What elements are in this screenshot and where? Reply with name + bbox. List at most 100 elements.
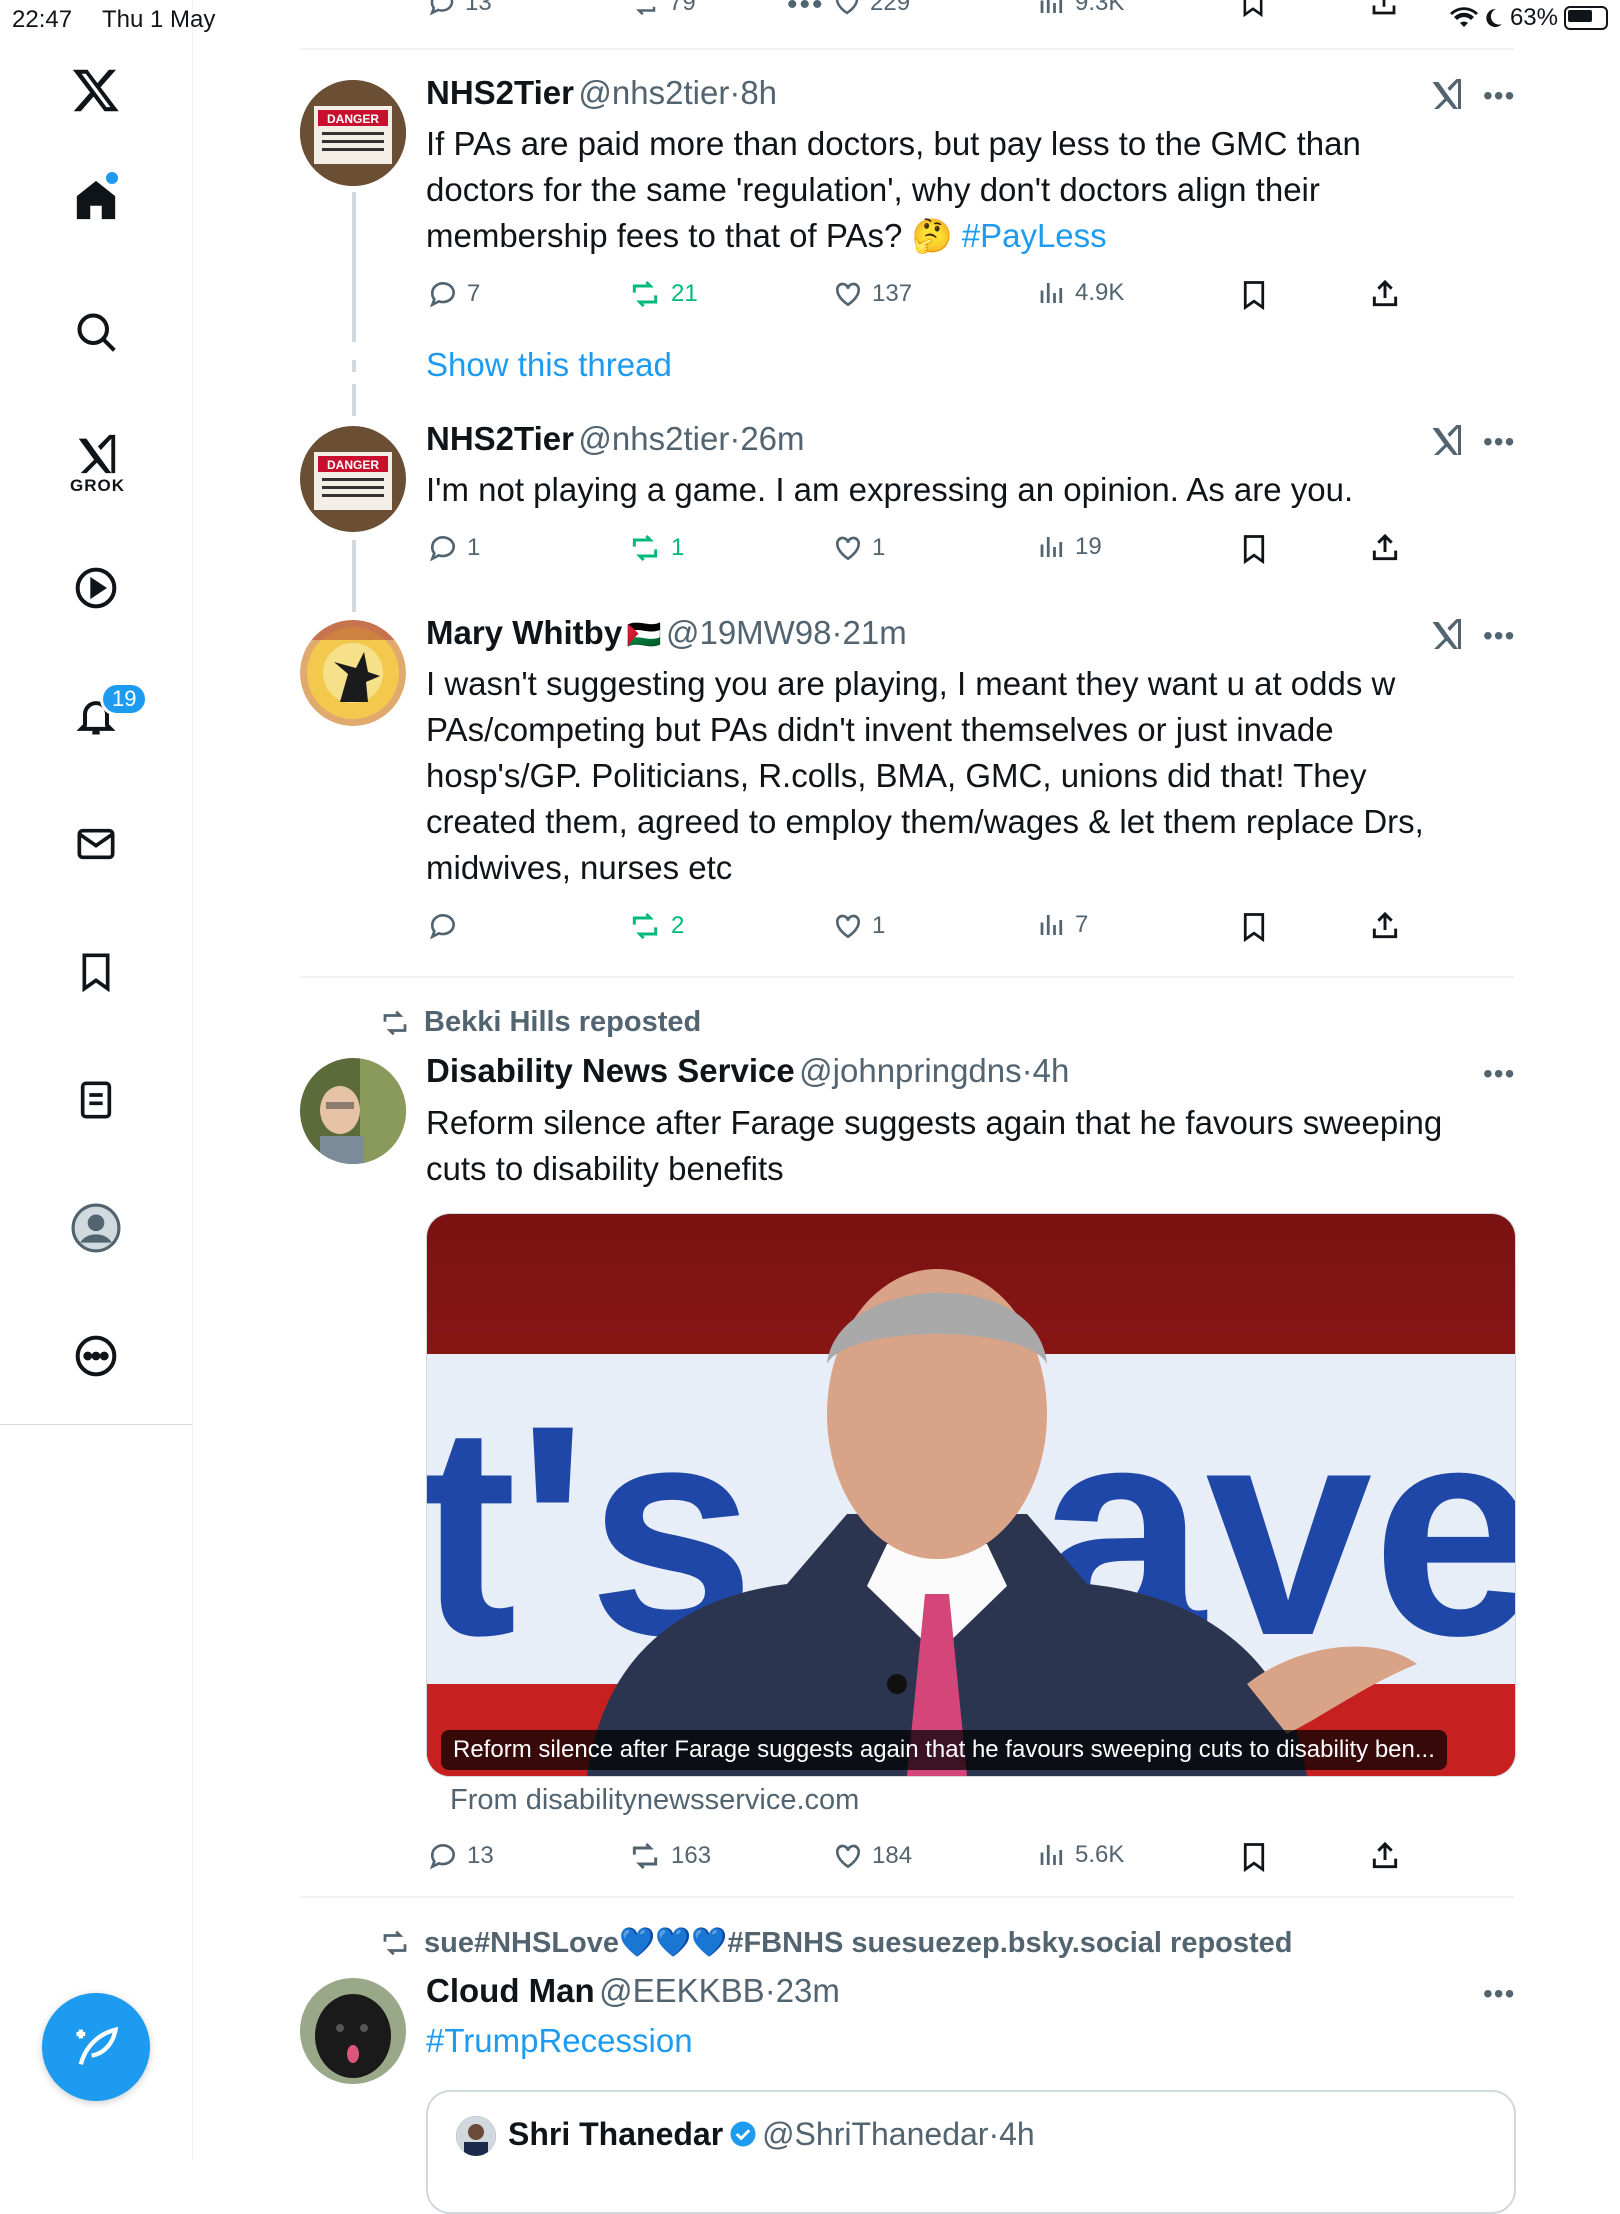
more-options-icon[interactable]: •••: [1483, 426, 1515, 458]
reply-icon: [429, 1844, 455, 1870]
repost-count: 2: [671, 912, 685, 939]
like-count: 1: [872, 534, 886, 561]
bookmark-button[interactable]: [1239, 278, 1269, 312]
play-icon[interactable]: [70, 562, 122, 614]
views-button[interactable]: 7: [1037, 910, 1088, 940]
list-icon[interactable]: [70, 1074, 122, 1126]
views-button[interactable]: 4.9K: [1037, 278, 1124, 308]
bookmark-button[interactable]: [1239, 1840, 1269, 1874]
grok-explain-button[interactable]: [1428, 76, 1464, 117]
tweet-time[interactable]: 26m: [740, 420, 804, 457]
quoted-tweet[interactable]: Shri Thanedar @ShriThanedar·4h: [426, 2090, 1516, 2214]
tweet-time[interactable]: 23m: [776, 1972, 840, 2009]
separator: ·: [729, 74, 741, 111]
grok-explain-button[interactable]: [1428, 616, 1464, 657]
avatar[interactable]: DANGER: [300, 80, 406, 186]
repost-button[interactable]: 2: [627, 910, 684, 942]
repost-icon: [632, 912, 658, 940]
more-options-icon[interactable]: •••: [1483, 1978, 1515, 2010]
author-handle[interactable]: @nhs2tier: [578, 420, 729, 457]
author-handle[interactable]: @EEKKBB: [599, 1972, 765, 2009]
hashtag-link[interactable]: #TrumpRecession: [426, 2022, 693, 2060]
heart-icon: [835, 914, 861, 939]
more-icon[interactable]: [70, 1330, 122, 1382]
repost-context[interactable]: Bekki Hills reposted: [378, 1006, 701, 1039]
bookmark-button[interactable]: [1239, 532, 1269, 566]
avatar[interactable]: [300, 1058, 406, 1164]
author-handle[interactable]: @nhs2tier: [578, 74, 729, 111]
tweet-time[interactable]: 21m: [843, 614, 907, 651]
like-button[interactable]: 1: [832, 532, 885, 564]
status-date: Thu 1 May: [102, 6, 216, 33]
tweet-time[interactable]: 4h: [1033, 1052, 1070, 1089]
separator: ·: [988, 2116, 1000, 2152]
tweet-text-line: I wasn't suggesting you are playing, I m…: [426, 665, 1396, 702]
grok-explain-button[interactable]: [1428, 422, 1464, 463]
search-icon[interactable]: [70, 306, 122, 358]
like-count: 1: [872, 912, 886, 939]
thread-line: [352, 540, 356, 612]
reply-button[interactable]: [427, 910, 467, 942]
hashtag-link[interactable]: #PayLess: [962, 217, 1107, 254]
reply-button[interactable]: 7: [427, 278, 480, 310]
more-options-icon[interactable]: •••: [1483, 1058, 1515, 1090]
share-icon: [1372, 1841, 1398, 1869]
repost-count: 1: [671, 534, 685, 561]
tweet-text-line: membership fees to that of PAs? 🤔: [426, 217, 953, 254]
mail-icon[interactable]: [70, 818, 122, 870]
views-button[interactable]: 5.6K: [1037, 1840, 1124, 1870]
wifi-icon: [1449, 7, 1478, 28]
repost-count: 21: [671, 280, 698, 307]
tweet-text: I'm not playing a game. I am expressing …: [426, 467, 1506, 513]
tweet-text-line: cuts to disability benefits: [426, 1150, 784, 1187]
share-icon: [1372, 911, 1398, 939]
author-name[interactable]: NHS2Tier: [426, 420, 574, 457]
more-options-icon[interactable]: •••: [1483, 620, 1515, 652]
notifications-badge: 19: [100, 682, 149, 716]
grok-label: GROK: [70, 476, 125, 495]
author-handle[interactable]: @johnpringdns: [799, 1052, 1021, 1089]
tweet-header: NHS2Tier @nhs2tier·8h: [426, 74, 777, 112]
like-button[interactable]: 137: [832, 278, 912, 310]
views-button[interactable]: 19: [1037, 532, 1102, 562]
tweet-time[interactable]: 8h: [740, 74, 777, 111]
x-logo-icon[interactable]: [70, 64, 122, 116]
card-source[interactable]: From disabilitynewsservice.com: [450, 1784, 859, 1817]
repost-context[interactable]: sue#NHSLove💙💙💙#FBNHS suesuezep.bsky.soci…: [378, 1926, 1293, 1960]
more-options-icon[interactable]: •••: [1483, 80, 1515, 112]
avatar[interactable]: [300, 1978, 406, 2084]
heart-icon: [835, 1844, 861, 1869]
avatar[interactable]: [300, 620, 406, 726]
views-icon: [1040, 915, 1063, 935]
compose-button[interactable]: [42, 1993, 150, 2101]
repost-icon: [632, 534, 658, 562]
battery-percent: 63%: [1509, 4, 1558, 31]
like-button[interactable]: 184: [832, 1840, 912, 1872]
bookmark-icon[interactable]: [70, 946, 122, 998]
bookmark-button[interactable]: [1239, 910, 1269, 944]
avatar[interactable]: DANGER: [300, 426, 406, 532]
author-name[interactable]: Mary Whitby: [426, 614, 622, 651]
quoted-author-handle: @ShriThanedar: [762, 2116, 989, 2152]
author-name[interactable]: Disability News Service: [426, 1052, 795, 1089]
moon-icon: [1486, 8, 1502, 27]
share-button[interactable]: [1369, 910, 1401, 942]
author-handle[interactable]: @19MW98: [666, 614, 832, 651]
like-button[interactable]: 1: [832, 910, 885, 942]
like-count: 137: [872, 280, 913, 307]
reply-button[interactable]: 13: [427, 1840, 494, 1872]
repost-button[interactable]: 21: [627, 278, 698, 310]
link-card-image[interactable]: t's Save Reform silence after Farage sug…: [426, 1213, 1516, 1777]
share-button[interactable]: [1369, 532, 1401, 564]
show-thread-link[interactable]: Show this thread: [426, 346, 672, 384]
author-name[interactable]: Cloud Man: [426, 1972, 595, 2009]
profile-icon[interactable]: [70, 1202, 122, 1254]
share-button[interactable]: [1369, 278, 1401, 310]
author-name[interactable]: NHS2Tier: [426, 74, 574, 111]
share-button[interactable]: [1369, 1840, 1401, 1872]
card-caption: Reform silence after Farage suggests aga…: [441, 1730, 1447, 1770]
repost-button[interactable]: 1: [627, 532, 684, 564]
repost-button[interactable]: 163: [627, 1840, 711, 1872]
grok-icon[interactable]: [70, 428, 122, 480]
reply-button[interactable]: 1: [427, 532, 480, 564]
